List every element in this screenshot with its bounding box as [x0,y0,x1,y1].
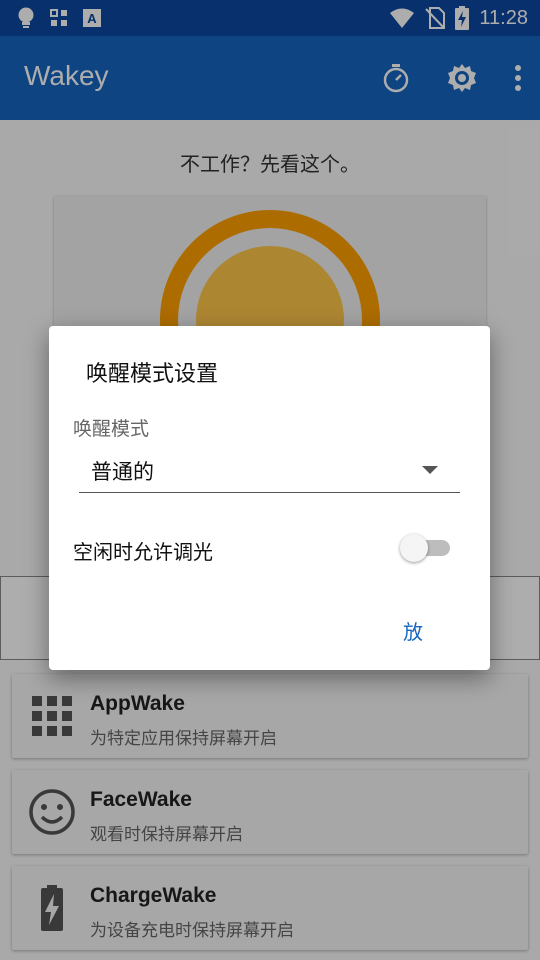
wake-mode-dialog: 唤醒模式设置 唤醒模式 普通的 空闲时允许调光 放 [49,326,490,670]
wake-mode-label: 唤醒模式 [73,418,150,440]
switch-thumb [400,534,428,562]
wake-mode-value: 普通的 [91,460,154,484]
dropdown-arrow-icon [422,466,438,474]
dim-idle-switch[interactable] [400,533,450,562]
dialog-confirm-button[interactable]: 放 [387,614,439,650]
dim-idle-label: 空闲时允许调光 [73,540,213,564]
wake-mode-select[interactable]: 普通的 [79,448,460,493]
dialog-title: 唤醒模式设置 [86,362,219,387]
